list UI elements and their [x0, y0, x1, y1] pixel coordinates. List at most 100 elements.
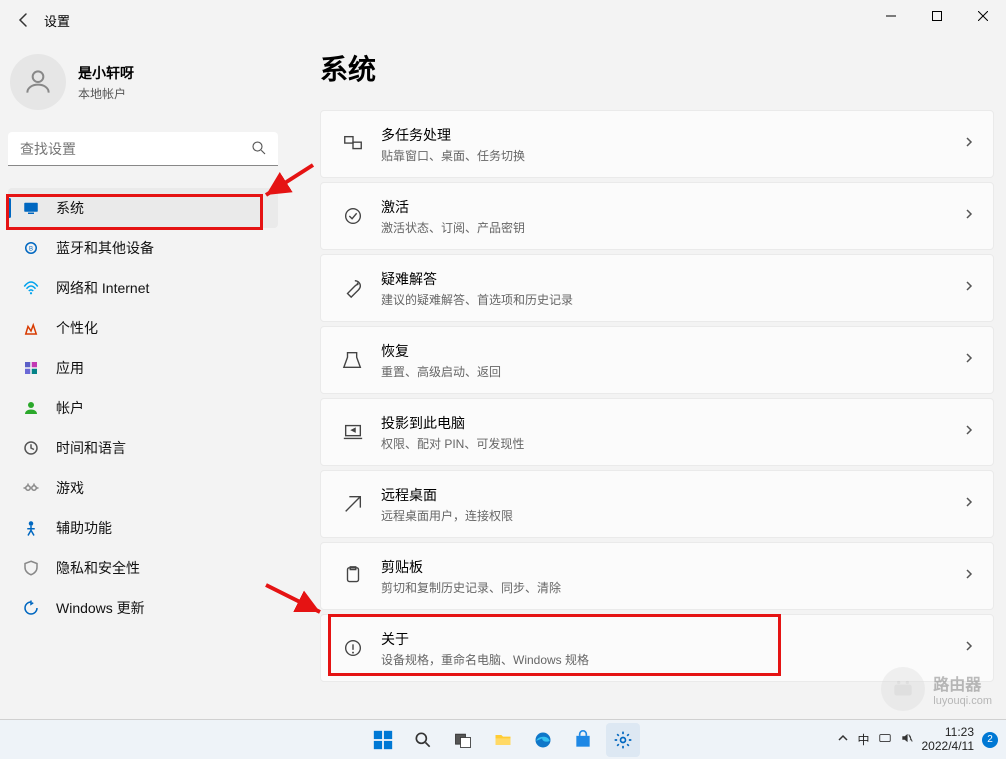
taskbar-settings[interactable]: [606, 723, 640, 757]
row-title: 多任务处理: [381, 125, 525, 145]
maximize-button[interactable]: [914, 0, 960, 32]
svg-text:B: B: [29, 246, 33, 252]
setting-troubleshoot[interactable]: 疑难解答建议的疑难解答、首选项和历史记录: [320, 254, 994, 322]
row-title: 剪贴板: [381, 557, 561, 577]
row-text: 疑难解答建议的疑难解答、首选项和历史记录: [381, 269, 573, 308]
chevron-right-icon: [963, 639, 975, 657]
setting-multitasking[interactable]: 多任务处理贴靠窗口、桌面、任务切换: [320, 110, 994, 178]
tray-chevron-icon[interactable]: [837, 732, 849, 747]
profile-name: 是小轩呀: [78, 63, 134, 83]
row-title: 恢复: [381, 341, 501, 361]
sidebar-item-accessibility[interactable]: 辅助功能: [8, 508, 278, 548]
sidebar-item-network[interactable]: 网络和 Internet: [8, 268, 278, 308]
sidebar-item-time-language-icon: [22, 439, 40, 457]
row-text: 剪贴板剪切和复制历史记录、同步、清除: [381, 557, 561, 596]
profile-subtitle: 本地帐户: [78, 85, 134, 102]
sidebar-item-apps[interactable]: 应用: [8, 348, 278, 388]
search-icon[interactable]: [250, 139, 268, 162]
setting-clipboard-icon: [339, 565, 367, 587]
sidebar-item-accessibility-icon: [22, 519, 40, 537]
sidebar-item-gaming-icon: [22, 479, 40, 497]
avatar: [10, 54, 66, 110]
main-pane: 系统 多任务处理贴靠窗口、桌面、任务切换激活激活状态、订阅、产品密钥疑难解答建议…: [320, 48, 994, 682]
setting-about-icon: [339, 637, 367, 659]
page-title: 系统: [320, 48, 994, 88]
chevron-right-icon: [963, 207, 975, 225]
row-subtitle: 重置、高级启动、返回: [381, 363, 501, 380]
window-controls: [868, 0, 1006, 32]
row-title: 投影到此电脑: [381, 413, 524, 433]
setting-multitasking-icon: [339, 133, 367, 155]
row-subtitle: 权限、配对 PIN、可发现性: [381, 435, 524, 452]
chevron-right-icon: [963, 567, 975, 585]
title-bar: 设置: [0, 0, 1006, 40]
sidebar-item-system-icon: [22, 199, 40, 217]
nav-label: Windows 更新: [56, 598, 145, 618]
setting-projecting-icon: [339, 421, 367, 443]
nav-label: 隐私和安全性: [56, 558, 140, 578]
setting-activation[interactable]: 激活激活状态、订阅、产品密钥: [320, 182, 994, 250]
tray-network-icon[interactable]: [878, 731, 892, 748]
taskbar-edge[interactable]: [526, 723, 560, 757]
sidebar-item-time-language[interactable]: 时间和语言: [8, 428, 278, 468]
chevron-right-icon: [963, 279, 975, 297]
taskbar-explorer[interactable]: [486, 723, 520, 757]
close-button[interactable]: [960, 0, 1006, 32]
row-text: 激活激活状态、订阅、产品密钥: [381, 197, 525, 236]
sidebar-item-privacy[interactable]: 隐私和安全性: [8, 548, 278, 588]
system-tray: 中 11:23 2022/4/11 2: [837, 726, 998, 752]
minimize-button[interactable]: [868, 0, 914, 32]
row-title: 关于: [381, 629, 589, 649]
setting-recovery[interactable]: 恢复重置、高级启动、返回: [320, 326, 994, 394]
sidebar-item-personalization-icon: [22, 319, 40, 337]
sidebar-item-windows-update[interactable]: Windows 更新: [8, 588, 278, 628]
row-subtitle: 设备规格，重命名电脑、Windows 规格: [381, 651, 589, 668]
sidebar-item-windows-update-icon: [22, 599, 40, 617]
sidebar-item-accounts[interactable]: 帐户: [8, 388, 278, 428]
sidebar-item-bluetooth[interactable]: B蓝牙和其他设备: [8, 228, 278, 268]
nav-label: 帐户: [56, 398, 84, 418]
taskbar-store[interactable]: [566, 723, 600, 757]
chevron-right-icon: [963, 351, 975, 369]
sidebar-item-accounts-icon: [22, 399, 40, 417]
nav-list: 系统 B蓝牙和其他设备网络和 Internet 个性化应用帐户时间和语言游戏辅助功能…: [8, 188, 278, 628]
taskbar: 中 11:23 2022/4/11 2: [0, 719, 1006, 759]
sidebar-item-network-icon: [22, 279, 40, 297]
sidebar: 是小轩呀 本地帐户 系统 B蓝牙和其他设备网络和 Internet 个性化应用帐户时…: [8, 54, 278, 628]
row-subtitle: 远程桌面用户，连接权限: [381, 507, 513, 524]
nav-label: 个性化: [56, 318, 98, 338]
row-title: 远程桌面: [381, 485, 513, 505]
sidebar-item-system[interactable]: 系统: [8, 188, 278, 228]
taskbar-taskview[interactable]: [446, 723, 480, 757]
row-subtitle: 建议的疑难解答、首选项和历史记录: [381, 291, 573, 308]
nav-label: 系统: [56, 198, 84, 218]
watermark: 路由器 luyouqi.com: [881, 667, 992, 711]
tray-notification-badge[interactable]: 2: [982, 732, 998, 748]
chevron-right-icon: [963, 135, 975, 153]
search-input[interactable]: [8, 132, 278, 166]
watermark-icon: [881, 667, 925, 711]
sidebar-item-bluetooth-icon: B: [22, 239, 40, 257]
nav-label: 辅助功能: [56, 518, 112, 538]
start-button[interactable]: [366, 723, 400, 757]
taskbar-search[interactable]: [406, 723, 440, 757]
row-text: 恢复重置、高级启动、返回: [381, 341, 501, 380]
setting-projecting[interactable]: 投影到此电脑权限、配对 PIN、可发现性: [320, 398, 994, 466]
tray-clock[interactable]: 11:23 2022/4/11: [922, 726, 975, 752]
tray-volume-icon[interactable]: [900, 731, 914, 748]
sidebar-item-gaming[interactable]: 游戏: [8, 468, 278, 508]
back-button[interactable]: [8, 4, 40, 36]
row-text: 关于设备规格，重命名电脑、Windows 规格: [381, 629, 589, 668]
tray-ime[interactable]: 中: [857, 731, 869, 748]
nav-label: 游戏: [56, 478, 84, 498]
profile-block[interactable]: 是小轩呀 本地帐户: [8, 54, 278, 110]
setting-remote-desktop[interactable]: 远程桌面远程桌面用户，连接权限: [320, 470, 994, 538]
window-title: 设置: [44, 11, 70, 30]
watermark-url: luyouqi.com: [933, 695, 992, 707]
tray-time: 11:23: [922, 726, 975, 739]
sidebar-item-personalization[interactable]: 个性化: [8, 308, 278, 348]
setting-recovery-icon: [339, 349, 367, 371]
watermark-title: 路由器: [933, 671, 992, 695]
setting-clipboard[interactable]: 剪贴板剪切和复制历史记录、同步、清除: [320, 542, 994, 610]
row-subtitle: 激活状态、订阅、产品密钥: [381, 219, 525, 236]
